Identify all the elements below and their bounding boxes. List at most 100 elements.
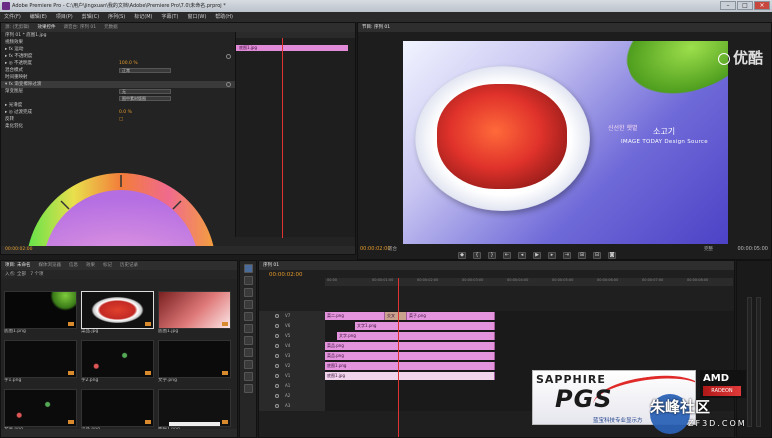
- effect-row[interactable]: ▸ ◎ 不透明度 100.0 %: [1, 60, 235, 67]
- project-item[interactable]: 底图1.jpg: [158, 291, 231, 335]
- menu-item-5[interactable]: 标记(M): [134, 12, 152, 22]
- zoom-level-select[interactable]: 适合: [388, 246, 397, 252]
- transport-button-icon[interactable]: ◆: [458, 252, 466, 259]
- effect-clip-bar[interactable]: 底图1.jpg: [236, 45, 348, 51]
- menu-item-3[interactable]: 剪辑(C): [82, 12, 99, 22]
- pen-tool-icon[interactable]: [243, 360, 253, 369]
- tab-sequence[interactable]: 序列 01: [263, 261, 279, 270]
- transport-button-icon[interactable]: ▶: [533, 252, 541, 259]
- project-item[interactable]: 菜品.jpg: [81, 291, 154, 335]
- hand-tool-icon[interactable]: [243, 372, 253, 381]
- menu-item-4[interactable]: 序列(S): [108, 12, 125, 22]
- source-tab-3[interactable]: 元数据: [104, 23, 118, 32]
- timeline-clip[interactable]: 菜子.png: [407, 312, 495, 320]
- transport-button-icon[interactable]: }: [488, 252, 496, 259]
- track-select-tool-icon[interactable]: [243, 276, 253, 285]
- source-tab-1[interactable]: 效果控件: [37, 23, 55, 32]
- maximize-button[interactable]: □: [737, 1, 753, 10]
- effect-row[interactable]: 图中素材版图: [1, 95, 235, 102]
- project-item-thumbnail[interactable]: [81, 340, 154, 378]
- track-header[interactable]: V7: [259, 311, 325, 321]
- track-header[interactable]: V1: [259, 371, 325, 381]
- toggle-output-eye-icon[interactable]: [275, 334, 279, 338]
- toggle-output-eye-icon[interactable]: [275, 314, 279, 318]
- reset-icon[interactable]: [226, 54, 231, 59]
- effect-row-value[interactable]: 100.0 %: [119, 60, 138, 67]
- effect-row[interactable]: ▸ ◎ 过渡完成 0.0 %: [1, 109, 235, 116]
- effect-controls-timecode[interactable]: 00:00:02:00: [1, 246, 355, 254]
- project-item-thumbnail[interactable]: [81, 389, 154, 427]
- track-lane[interactable]: 菜二.png 交叉 菜子.png: [325, 311, 734, 321]
- tab-program[interactable]: 节目: 序列 01: [362, 23, 390, 32]
- transport-button-icon[interactable]: ⊟: [593, 252, 601, 259]
- toggle-output-eye-icon[interactable]: [275, 394, 279, 398]
- project-item-thumbnail[interactable]: [158, 389, 231, 427]
- menu-item-2[interactable]: 项目(P): [56, 12, 73, 22]
- project-tab-1[interactable]: 媒体浏览器: [38, 261, 61, 270]
- timeline-clip[interactable]: 菜品.png: [325, 352, 495, 360]
- razor-tool-icon[interactable]: [243, 324, 253, 333]
- project-item-thumbnail[interactable]: [4, 291, 77, 329]
- effect-row-dropdown[interactable]: 图中素材版图: [119, 96, 171, 101]
- toggle-output-eye-icon[interactable]: [275, 324, 279, 328]
- ripple-edit-tool-icon[interactable]: [243, 288, 253, 297]
- effect-row[interactable]: ▸ fx 运动: [1, 46, 235, 53]
- timeline-clip[interactable]: 菜二.png: [325, 312, 385, 320]
- menu-item-0[interactable]: 文件(F): [4, 12, 21, 22]
- minimize-button[interactable]: –: [720, 1, 736, 10]
- toggle-output-eye-icon[interactable]: [275, 344, 279, 348]
- project-tab-3[interactable]: 效果: [86, 261, 95, 270]
- effect-row[interactable]: ▾ fx 渐变擦除过渡: [1, 81, 235, 88]
- toggle-output-eye-icon[interactable]: [275, 404, 279, 408]
- project-item-thumbnail[interactable]: [81, 291, 154, 329]
- project-item[interactable]: 文字.png: [4, 389, 77, 433]
- track-header[interactable]: A3: [259, 401, 325, 411]
- transport-button-icon[interactable]: ◙: [608, 252, 616, 259]
- track-lane[interactable]: 文字1.png: [325, 321, 734, 331]
- effect-row[interactable]: ▸ fx 不透明度: [1, 53, 235, 60]
- track-header[interactable]: V6: [259, 321, 325, 331]
- toggle-output-eye-icon[interactable]: [275, 354, 279, 358]
- transport-button-icon[interactable]: ⊞: [578, 252, 586, 259]
- project-item-thumbnail[interactable]: [158, 340, 231, 378]
- transport-button-icon[interactable]: {: [473, 252, 481, 259]
- effect-row[interactable]: 反转 □: [1, 116, 235, 123]
- timeline-ruler[interactable]: 00:00 00:00:01:00 00:00:02:00 00:00:03:00 00…: [325, 278, 733, 286]
- zoom-tool-icon[interactable]: [243, 384, 253, 393]
- track-lane[interactable]: 菜品.png: [325, 351, 734, 361]
- project-item[interactable]: 文字.png: [158, 340, 231, 384]
- project-item[interactable]: 字2.png: [81, 340, 154, 384]
- menu-item-7[interactable]: 窗口(W): [187, 12, 206, 22]
- project-tab-0[interactable]: 项目: 未命名: [5, 261, 30, 270]
- track-lane[interactable]: 菜品.png: [325, 341, 734, 351]
- track-header[interactable]: V5: [259, 331, 325, 341]
- slip-tool-icon[interactable]: [243, 336, 253, 345]
- effect-row-value[interactable]: □: [119, 116, 123, 123]
- reset-icon[interactable]: [226, 82, 231, 87]
- project-item[interactable]: 菜品.png: [81, 389, 154, 433]
- track-header[interactable]: A1: [259, 381, 325, 391]
- project-item-thumbnail[interactable]: [158, 291, 231, 329]
- effect-row-value[interactable]: 0.0 %: [119, 109, 132, 116]
- project-item-thumbnail[interactable]: [4, 340, 77, 378]
- program-current-timecode[interactable]: 00:00:02:00: [360, 246, 391, 252]
- effect-playhead[interactable]: [282, 38, 283, 238]
- effect-row[interactable]: ▸ 光滑度: [1, 102, 235, 109]
- timeline-clip[interactable]: 交叉: [385, 312, 407, 320]
- transport-button-icon[interactable]: ◂: [518, 252, 526, 259]
- effect-row-dropdown[interactable]: 正常: [119, 68, 171, 73]
- transport-button-icon[interactable]: ▸: [548, 252, 556, 259]
- effect-row[interactable]: 视频效果: [1, 39, 235, 46]
- track-header[interactable]: V3: [259, 351, 325, 361]
- project-filter[interactable]: 入点: 全部: [5, 272, 26, 277]
- track-header[interactable]: A2: [259, 391, 325, 401]
- rate-stretch-tool-icon[interactable]: [243, 312, 253, 321]
- menu-item-6[interactable]: 字幕(T): [161, 12, 178, 22]
- project-tab-2[interactable]: 信息: [69, 261, 78, 270]
- timeline-playhead[interactable]: [398, 278, 399, 437]
- project-item-thumbnail[interactable]: [4, 389, 77, 427]
- selection-tool-icon[interactable]: [243, 264, 253, 273]
- toggle-output-eye-icon[interactable]: [275, 384, 279, 388]
- effect-keyframe-area[interactable]: 底图1.jpg: [235, 32, 355, 238]
- transport-button-icon[interactable]: ⇤: [503, 252, 511, 259]
